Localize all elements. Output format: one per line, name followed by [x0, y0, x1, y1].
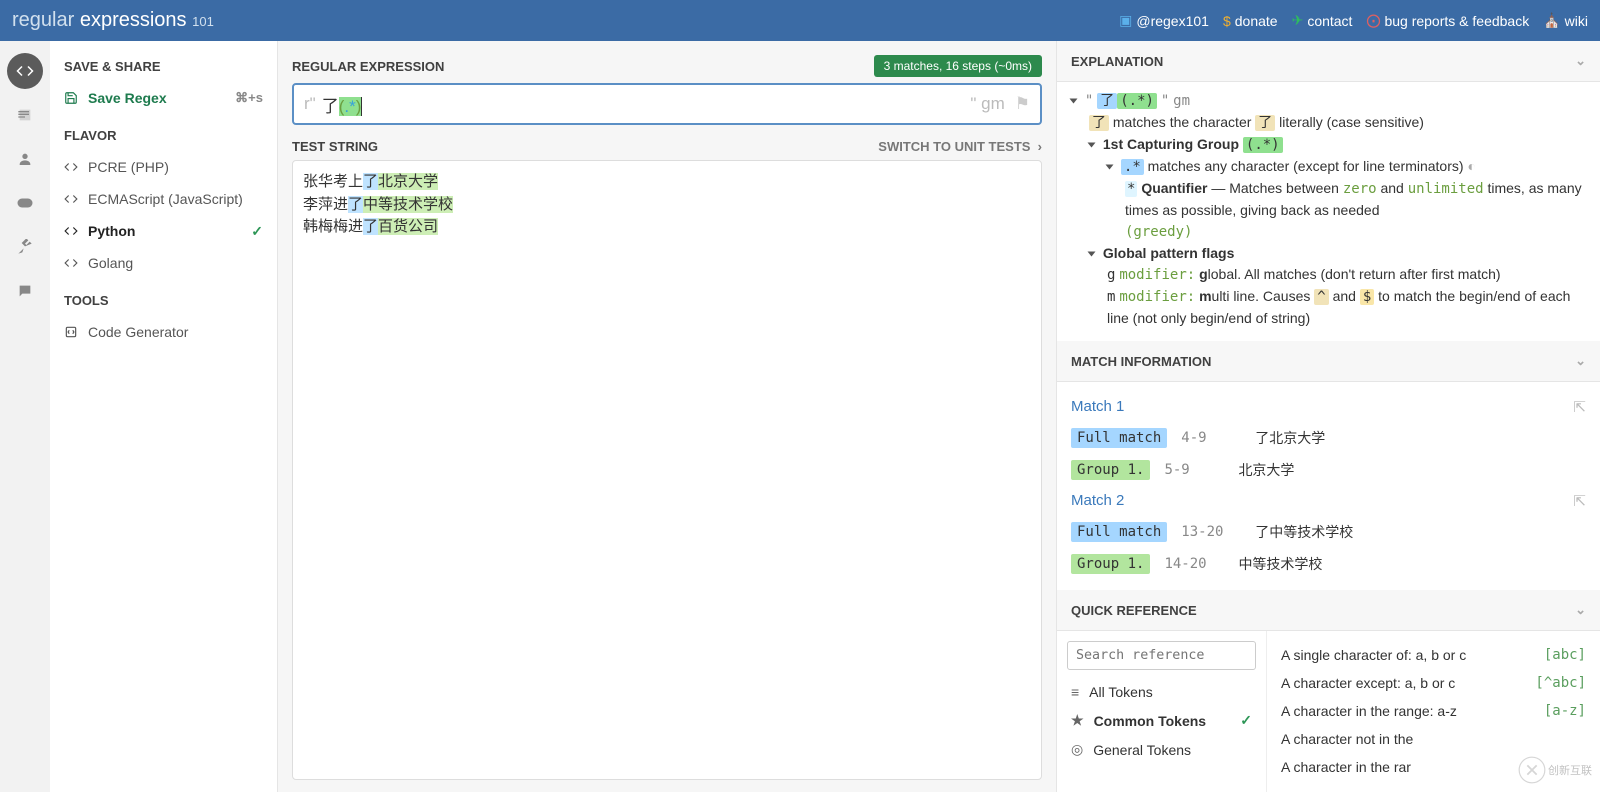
chevron-down-icon: ⌄ [1575, 53, 1586, 69]
sidebar-icon-account[interactable] [7, 141, 43, 177]
flavor-pcre-php-[interactable]: PCRE (PHP) [50, 151, 277, 183]
regex-input[interactable]: r" 了(.*) " gm ⚑ [292, 83, 1042, 125]
external-icon[interactable]: ⇱ [1573, 398, 1586, 416]
match-count-badge: 3 matches, 16 steps (~0ms) [874, 55, 1042, 77]
header-link-bug[interactable]: ⨀ bug reports & feedback [1366, 12, 1529, 29]
save-shortcut: ⌘+s [235, 90, 263, 106]
sidebar-icon-settings[interactable] [7, 229, 43, 265]
test-string-label: TEST STRING [292, 139, 378, 154]
chevron-down-icon: ⌄ [1575, 353, 1586, 369]
match-row: Full match4-9了北京大学 [1071, 422, 1586, 454]
regex-label: REGULAR EXPRESSION [292, 59, 444, 74]
chevron-down-icon: ⌄ [1575, 602, 1586, 618]
sidebar-icon-regex[interactable] [7, 53, 43, 89]
app-logo[interactable]: regular expressions 101 [12, 9, 214, 32]
quick-reference-header[interactable]: QUICK REFERENCE⌄ [1057, 590, 1600, 631]
section-flavor: FLAVOR [50, 124, 277, 151]
check-icon: ✓ [251, 223, 263, 240]
match-info-header[interactable]: MATCH INFORMATION⌄ [1057, 341, 1600, 382]
search-reference-input[interactable] [1067, 641, 1256, 670]
header-link-twitter[interactable]: ▣ @regex101 [1119, 12, 1209, 29]
flavor-python[interactable]: Python✓ [50, 215, 277, 247]
flavor-golang[interactable]: Golang [50, 247, 277, 279]
match-row: Full match13-20了中等技术学校 [1071, 516, 1586, 548]
qr-token-row[interactable]: A single character of: a, b or c[abc] [1281, 641, 1586, 669]
match-row: Group 1.5-9北京大学 [1071, 454, 1586, 486]
check-icon: ✓ [1240, 712, 1252, 729]
explanation-content: " 了(.*) " gm 了 matches the character 了 l… [1057, 82, 1600, 341]
sidebar-icon-chat[interactable] [7, 273, 43, 309]
switch-unit-tests-link[interactable]: SWITCH TO UNIT TESTS › [878, 139, 1042, 154]
section-tools: TOOLS [50, 289, 277, 316]
sidebar-icon-debugger[interactable] [7, 185, 43, 221]
header-link-wiki[interactable]: ⛪ wiki [1543, 12, 1588, 29]
header-link-contact[interactable]: ✈ contact [1292, 12, 1353, 29]
flag-icon[interactable]: ⚑ [1015, 94, 1030, 114]
sidebar-icon-library[interactable] [7, 97, 43, 133]
qr-token-row[interactable]: A character not in the [1281, 725, 1586, 753]
flavor-ecmascript-javascript-[interactable]: ECMAScript (JavaScript) [50, 183, 277, 215]
section-save-share: SAVE & SHARE [50, 55, 277, 82]
explanation-header[interactable]: EXPLANATION⌄ [1057, 41, 1600, 82]
qr-category-all[interactable]: ≡All Tokens [1067, 678, 1256, 706]
qr-token-row[interactable]: A character except: a, b or c[^abc] [1281, 669, 1586, 697]
code-generator-button[interactable]: Code Generator [50, 316, 277, 348]
watermark: 创新互联 [1518, 756, 1592, 784]
qr-category-general[interactable]: ◎General Tokens [1067, 735, 1256, 764]
test-string-input[interactable]: 张华考上了北京大学李萍进了中等技术学校韩梅梅进了百货公司 [292, 160, 1042, 780]
header-link-donate[interactable]: $ donate [1223, 12, 1278, 29]
external-icon[interactable]: ⇱ [1573, 492, 1586, 510]
match-title: Match 1⇱ [1071, 398, 1586, 416]
qr-category-star[interactable]: ★Common Tokens✓ [1067, 706, 1256, 735]
match-title: Match 2⇱ [1071, 492, 1586, 510]
save-regex-button[interactable]: Save Regex ⌘+s [50, 82, 277, 114]
match-row: Group 1.14-20中等技术学校 [1071, 548, 1586, 580]
qr-token-row[interactable]: A character in the range: a-z[a-z] [1281, 697, 1586, 725]
